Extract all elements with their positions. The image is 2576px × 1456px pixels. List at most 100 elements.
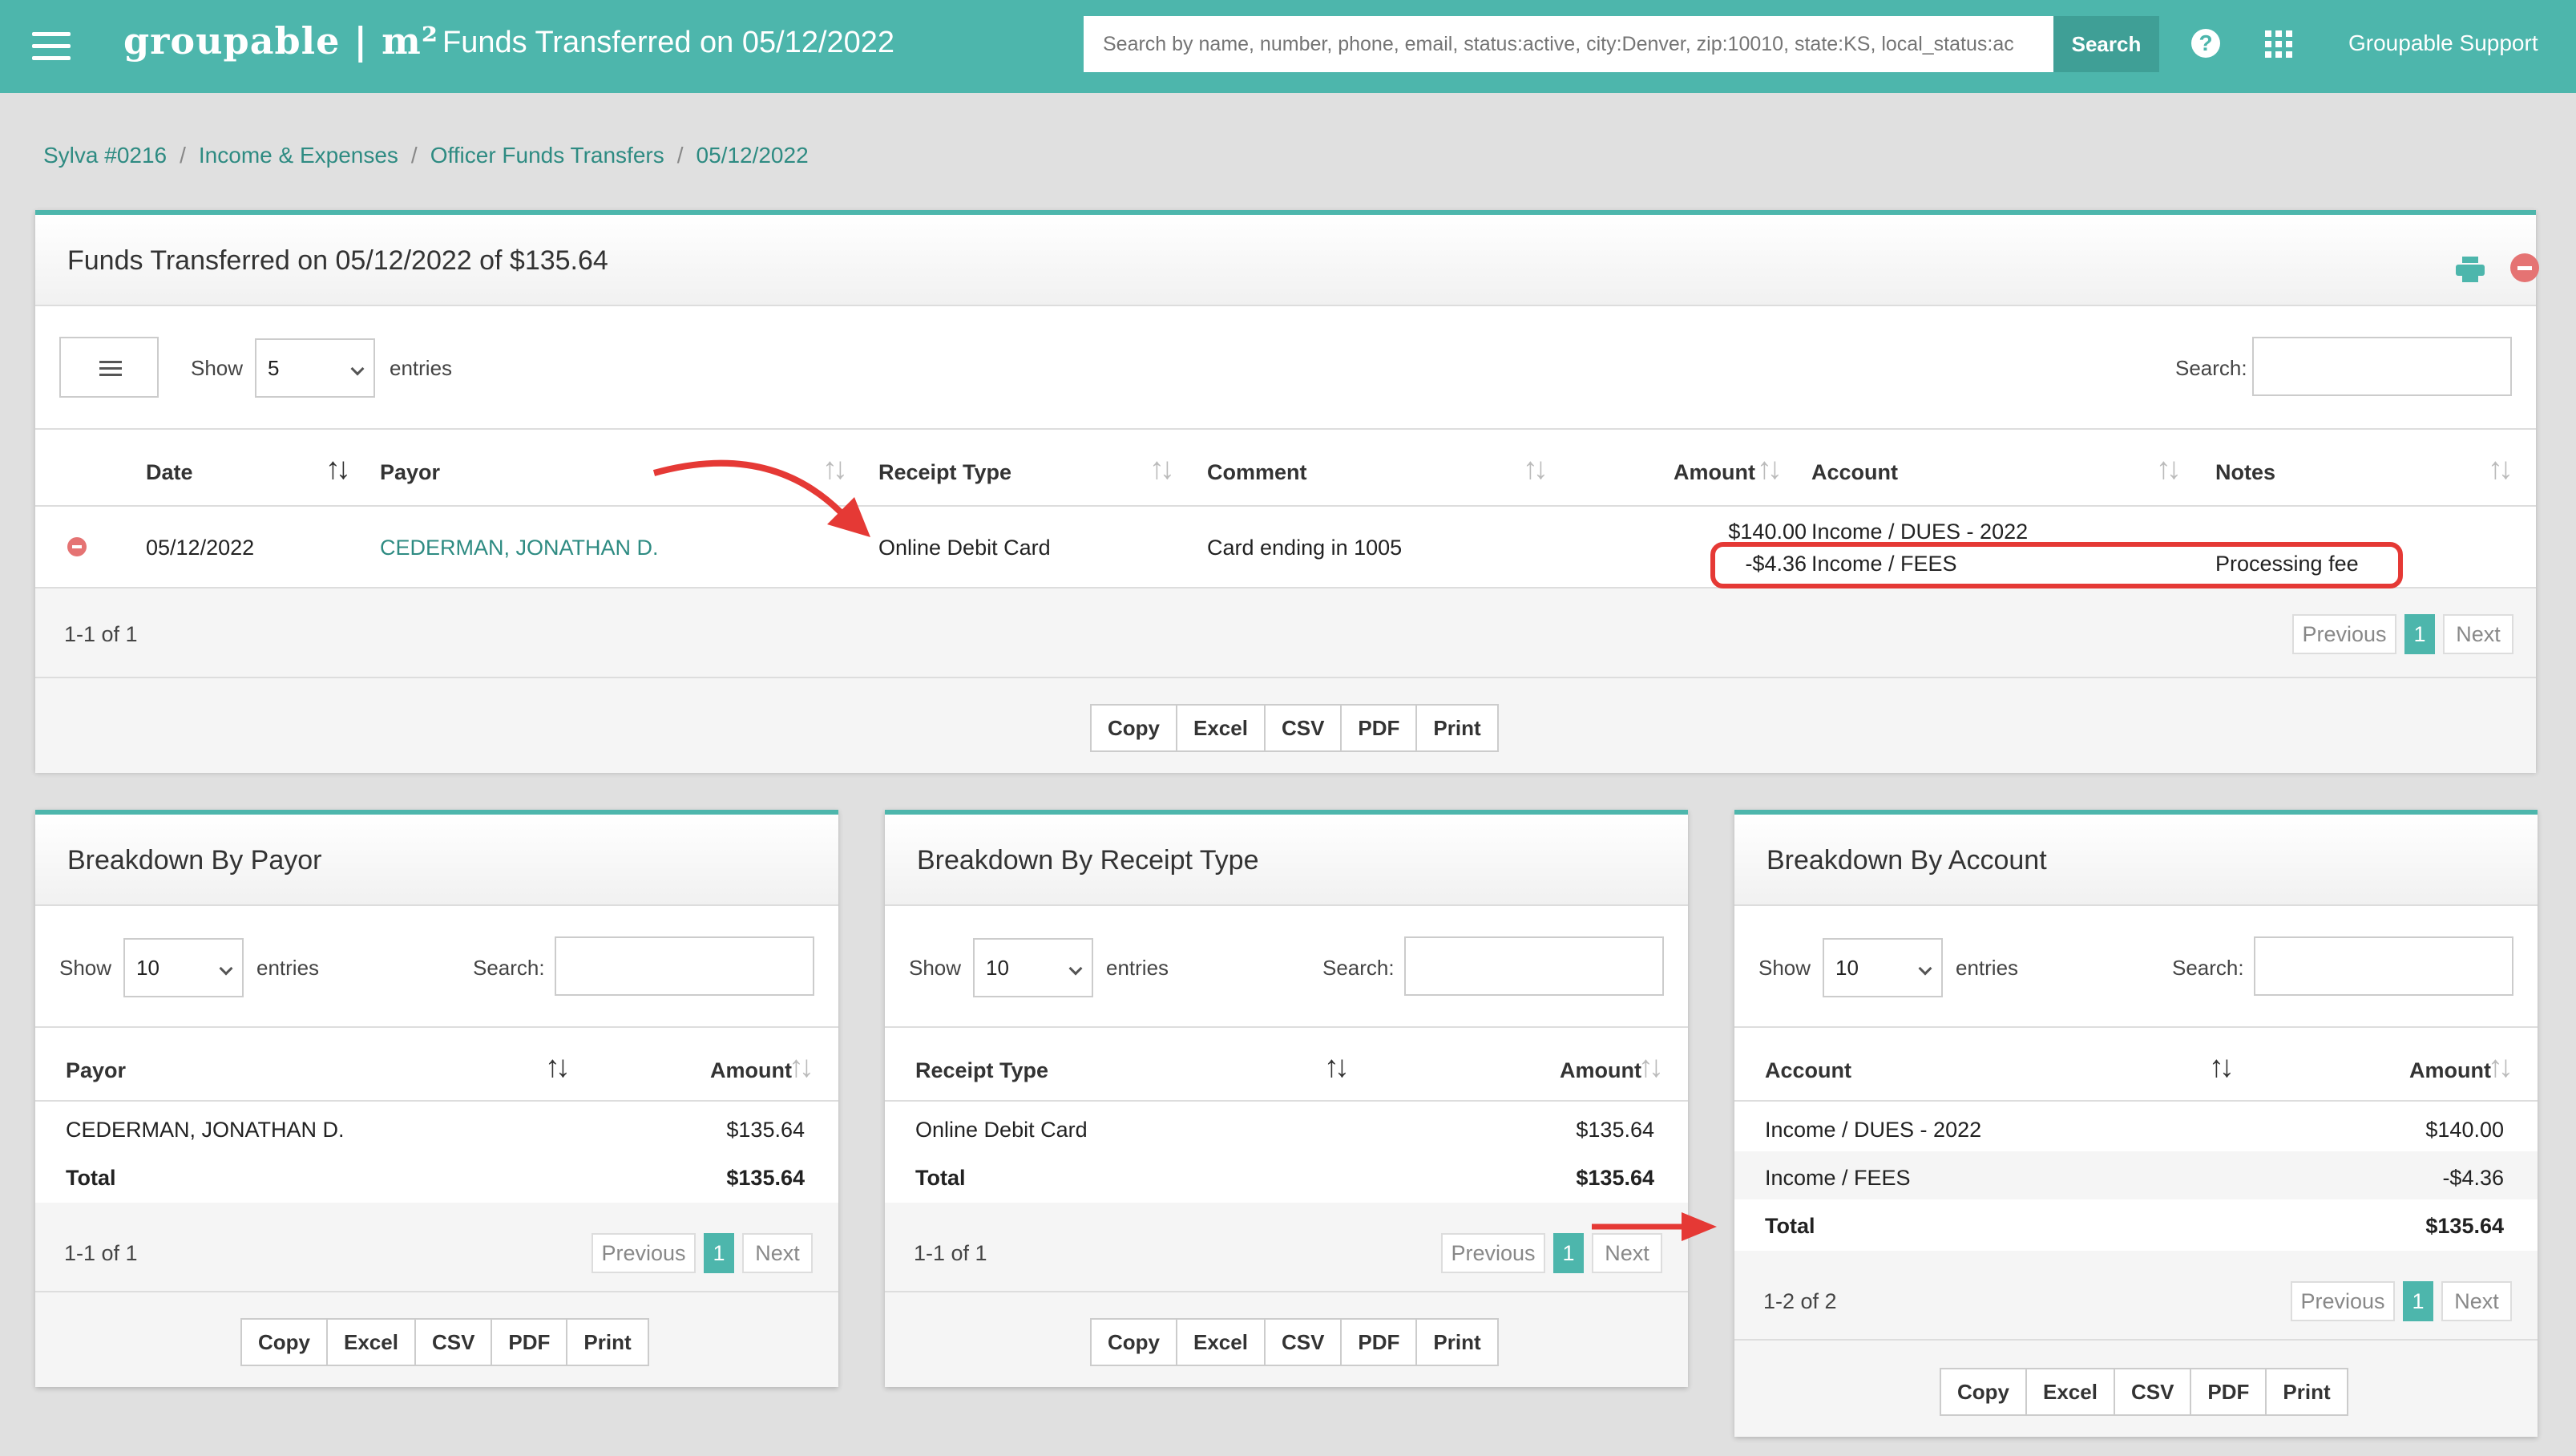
pdf-button[interactable]: PDF [1342,706,1418,750]
pdf-button[interactable]: PDF [1342,1320,1418,1365]
page-size-select[interactable]: 10 [973,938,1093,997]
page-size-select[interactable]: 10 [1823,938,1943,997]
breadcrumb: Sylva #0216/Income & Expenses / Officer Fu… [43,143,809,168]
print-button[interactable]: Print [1417,1320,1496,1365]
excel-button[interactable]: Excel [2027,1369,2115,1414]
breadcrumb-item-lodge[interactable]: Sylva #0216 [43,143,167,168]
column-header-account[interactable]: Account [1765,1058,1851,1083]
column-header-account[interactable]: Account [1811,460,1898,485]
column-header-receipt-type[interactable]: Receipt Type [915,1058,1048,1083]
brand-logo[interactable]: groupable | m² [123,19,438,63]
search-label: Search: [2175,356,2247,380]
print-button[interactable]: Print [1417,706,1496,750]
column-header-amount[interactable]: Amount [2409,1058,2491,1083]
total-label: Total [1765,1214,1815,1238]
csv-button[interactable]: CSV [416,1320,493,1365]
row-account: Income / DUES - 2022 [1811,520,2029,544]
highlight-box [1710,542,2403,588]
excel-button[interactable]: Excel [328,1320,416,1365]
excel-button[interactable]: Excel [1177,1320,1266,1365]
page-size-value: 10 [986,956,1009,980]
sort-icon[interactable]: ↑↓ [789,1050,814,1085]
pagination-previous[interactable]: Previous [2292,614,2396,654]
breakdown-receipt-type-panel: Breakdown By Receipt Type Show 10 entrie… [885,810,1688,1387]
print-button[interactable]: Print [567,1320,647,1365]
search-label: Search: [2172,956,2244,980]
print-button[interactable]: Print [2267,1369,2346,1414]
row-amount: $140.00 [1728,520,1807,544]
help-icon[interactable]: ? [2191,29,2220,58]
support-link[interactable]: Groupable Support [2348,30,2538,56]
copy-button[interactable]: Copy [1941,1369,2027,1414]
menu-icon[interactable] [32,32,71,61]
sort-icon[interactable]: ↑↓ [1523,452,1548,487]
table-search-input[interactable] [2252,337,2512,396]
sort-icon[interactable]: ↑↓ [2209,1050,2235,1085]
pagination-previous[interactable]: Previous [1441,1233,1545,1273]
apps-grid-icon[interactable] [2265,30,2292,58]
pagination-previous[interactable]: Previous [592,1233,696,1273]
sort-icon[interactable]: ↑↓ [325,452,351,487]
column-header-amount[interactable]: Amount [710,1058,792,1083]
export-buttons: Copy Excel CSV PDF Print [240,1318,649,1366]
global-search-button[interactable]: Search [2053,16,2159,72]
panel-header: Funds Transferred on 05/12/2022 of $135.… [35,215,2539,306]
column-header-notes[interactable]: Notes [2215,460,2275,485]
pdf-button[interactable]: PDF [2191,1369,2267,1414]
table-search-input[interactable] [555,936,814,996]
row-date: 05/12/2022 [146,536,255,560]
show-label: Show [59,956,112,980]
show-label: Show [909,956,962,980]
copy-button[interactable]: Copy [242,1320,328,1365]
pagination-next[interactable]: Next [2443,614,2513,654]
column-header-payor[interactable]: Payor [66,1058,126,1083]
copy-button[interactable]: Copy [1092,1320,1177,1365]
close-icon[interactable] [2510,253,2539,282]
total-amount: $135.64 [2425,1214,2504,1238]
pagination-page[interactable]: 1 [2403,1281,2433,1321]
global-search-input[interactable] [1084,16,2053,72]
column-header-date[interactable]: Date [146,460,193,485]
table-search-input[interactable] [2254,936,2513,996]
table-search-input[interactable] [1404,936,1664,996]
pagination-next[interactable]: Next [2441,1281,2512,1321]
sort-icon[interactable]: ↑↓ [2488,1050,2513,1085]
breadcrumb-item-funds-transfers[interactable]: Officer Funds Transfers [430,143,664,168]
sort-icon[interactable]: ↑↓ [1324,1050,1350,1085]
column-header-payor[interactable]: Payor [380,460,440,485]
remove-icon[interactable] [67,537,87,556]
copy-button[interactable]: Copy [1092,706,1177,750]
csv-button[interactable]: CSV [1266,1320,1343,1365]
panel-title: Breakdown By Account [1766,845,2047,876]
page-size-select[interactable]: 5 [255,338,375,398]
csv-button[interactable]: CSV [2115,1369,2192,1414]
column-header-comment[interactable]: Comment [1207,460,1307,485]
table-row-label: Online Debit Card [915,1118,1088,1142]
pagination-page[interactable]: 1 [2404,614,2435,654]
pagination-page[interactable]: 1 [704,1233,734,1273]
row-comment: Card ending in 1005 [1207,536,1403,560]
pdf-button[interactable]: PDF [492,1320,568,1365]
excel-button[interactable]: Excel [1177,706,1266,750]
print-icon[interactable] [2456,257,2485,282]
column-header-amount[interactable]: Amount [1560,1058,1641,1083]
table-row-label: CEDERMAN, JONATHAN D. [66,1118,345,1142]
breadcrumb-item-income-expenses[interactable]: Income & Expenses [199,143,398,168]
table-info: 1-1 of 1 [914,1241,987,1265]
row-payor-link[interactable]: CEDERMAN, JONATHAN D. [380,536,659,560]
sort-icon[interactable]: ↑↓ [2156,452,2182,487]
pagination-previous[interactable]: Previous [2291,1281,2395,1321]
sort-icon[interactable]: ↑↓ [2488,452,2513,487]
column-header-amount[interactable]: Amount [1674,460,1755,485]
sort-icon[interactable]: ↑↓ [1149,452,1175,487]
page-size-select[interactable]: 10 [123,938,244,997]
pagination-next[interactable]: Next [742,1233,813,1273]
pagination-page[interactable]: 1 [1553,1233,1584,1273]
column-header-receipt-type[interactable]: Receipt Type [878,460,1011,485]
list-icon[interactable] [59,337,159,398]
sort-icon[interactable]: ↑↓ [1638,1050,1664,1085]
sort-icon[interactable]: ↑↓ [545,1050,571,1085]
breadcrumb-item-date[interactable]: 05/12/2022 [696,143,809,168]
sort-icon[interactable]: ↑↓ [1757,452,1783,487]
csv-button[interactable]: CSV [1266,706,1343,750]
